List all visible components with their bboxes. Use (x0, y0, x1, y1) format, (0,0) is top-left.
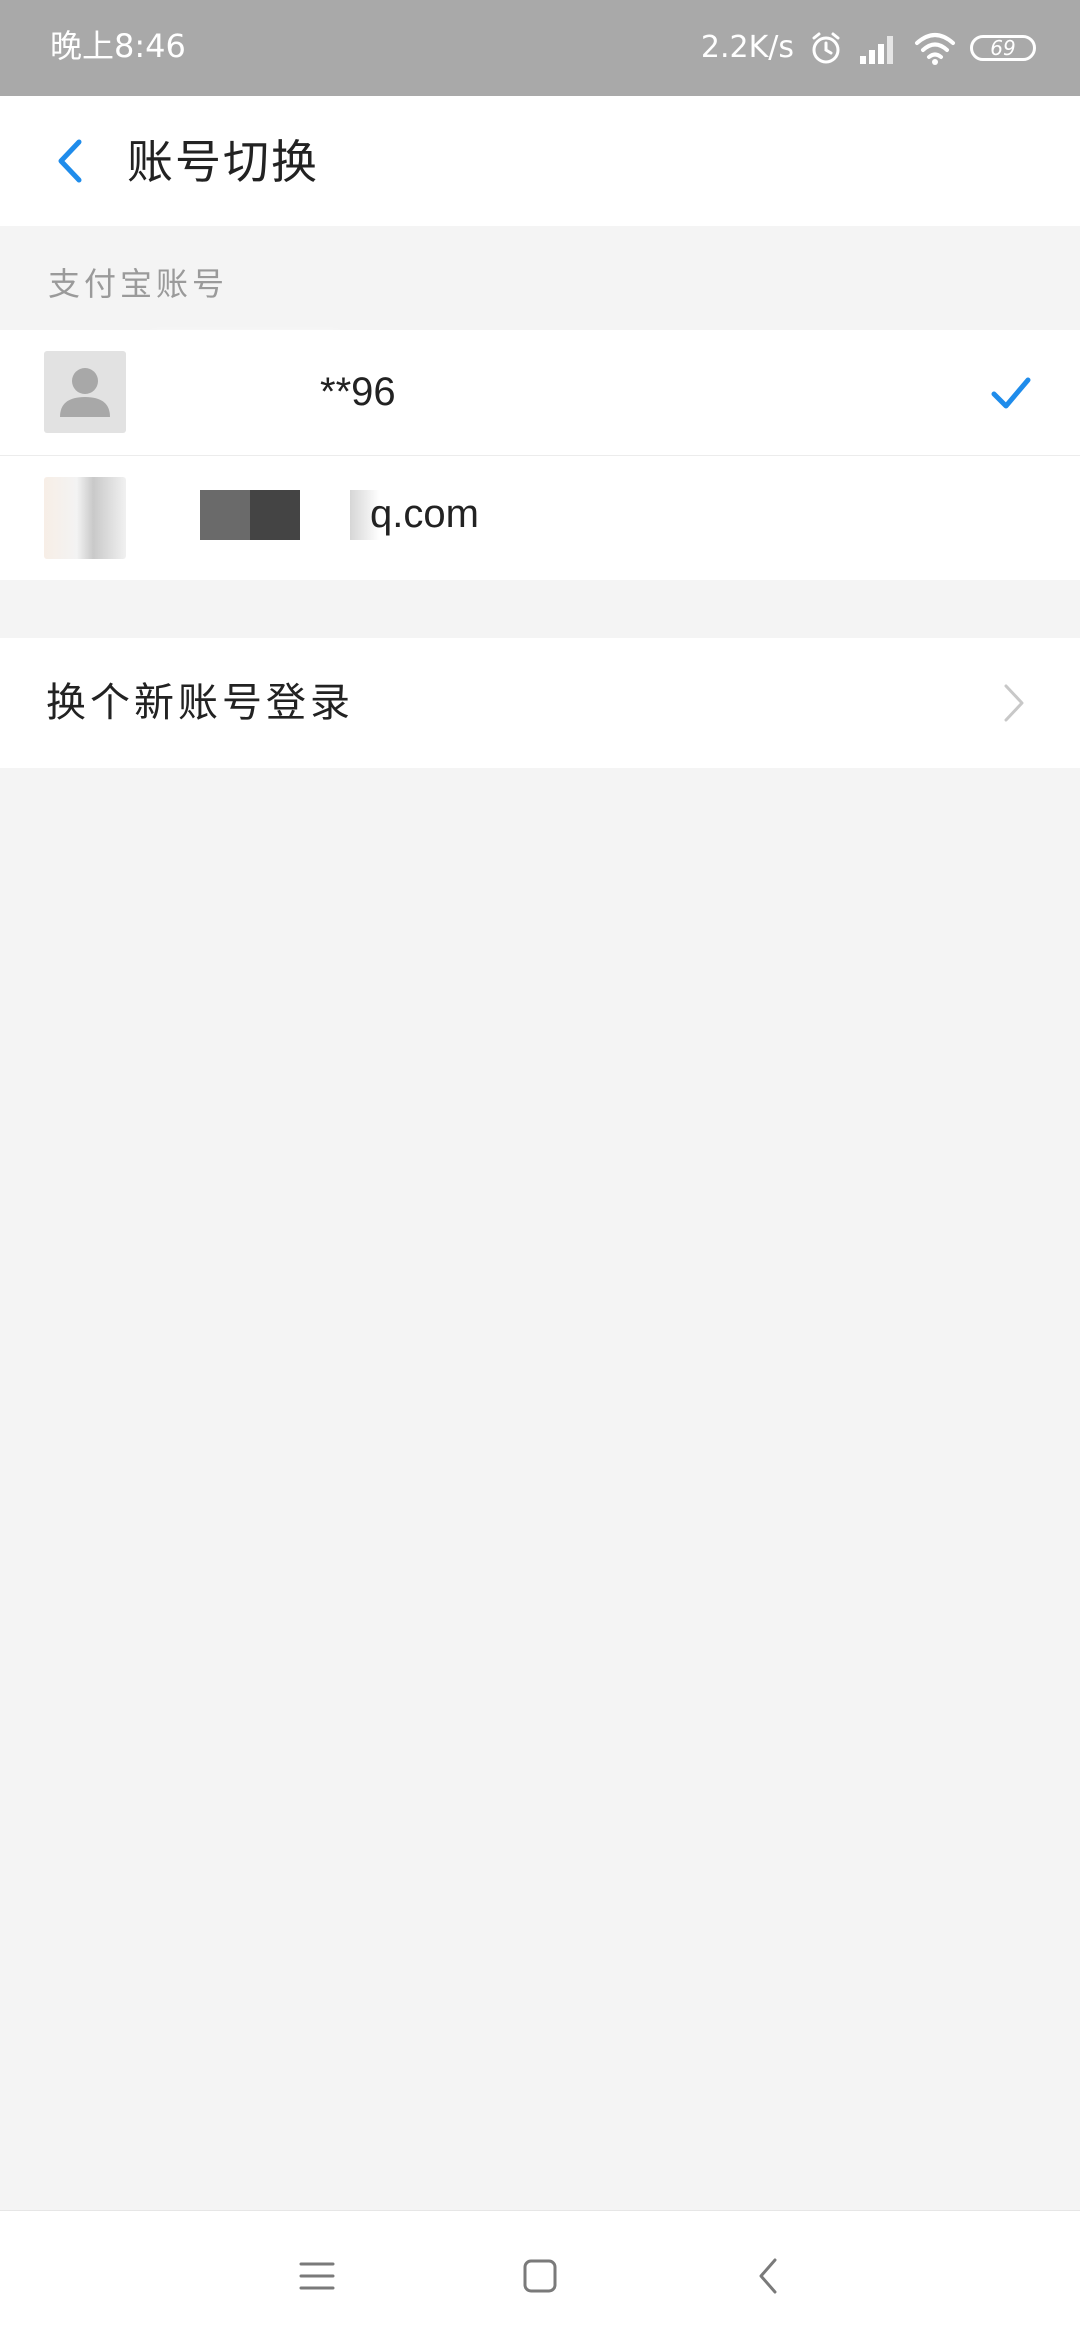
check-icon (991, 377, 1031, 409)
chevron-left-icon (58, 139, 82, 183)
status-time: 晚上8:46 (50, 27, 186, 65)
redacted-block (250, 490, 300, 540)
home-button[interactable] (510, 2246, 570, 2306)
system-back-button[interactable] (738, 2246, 798, 2306)
alarm-icon (812, 32, 840, 64)
account-name: q.com (370, 492, 479, 536)
status-bar: 晚上8:46 2.2K/s 69 (0, 0, 1080, 96)
account-name: **96 (320, 370, 396, 414)
account-list: **96 q.com (0, 330, 1080, 580)
battery-level: 69 (990, 36, 1016, 60)
section-label: 支付宝账号 (48, 265, 229, 303)
navigation-bar (0, 2210, 1080, 2341)
battery-icon: 69 (970, 35, 1036, 61)
home-icon (523, 2259, 557, 2293)
menu-icon (299, 2262, 335, 2290)
status-indicators: 2.2K/s 69 (701, 26, 1036, 70)
default-avatar-icon (44, 351, 126, 433)
wifi-icon (915, 33, 955, 65)
header: 账号切换 (0, 96, 1080, 226)
account-row-1[interactable]: **96 (0, 330, 1080, 456)
new-account-label: 换个新账号登录 (46, 680, 354, 726)
account-row-2[interactable]: q.com (0, 456, 1080, 581)
new-account-button[interactable]: 换个新账号登录 (0, 638, 1080, 768)
network-speed: 2.2K/s (700, 30, 794, 65)
chevron-right-icon (1004, 684, 1024, 722)
back-icon (759, 2258, 777, 2294)
menu-button[interactable] (287, 2246, 347, 2306)
back-button[interactable] (36, 126, 106, 196)
signal-icon (860, 36, 893, 64)
redacted-block (200, 490, 250, 540)
page-title: 账号切换 (127, 135, 319, 189)
user-photo (44, 477, 126, 559)
